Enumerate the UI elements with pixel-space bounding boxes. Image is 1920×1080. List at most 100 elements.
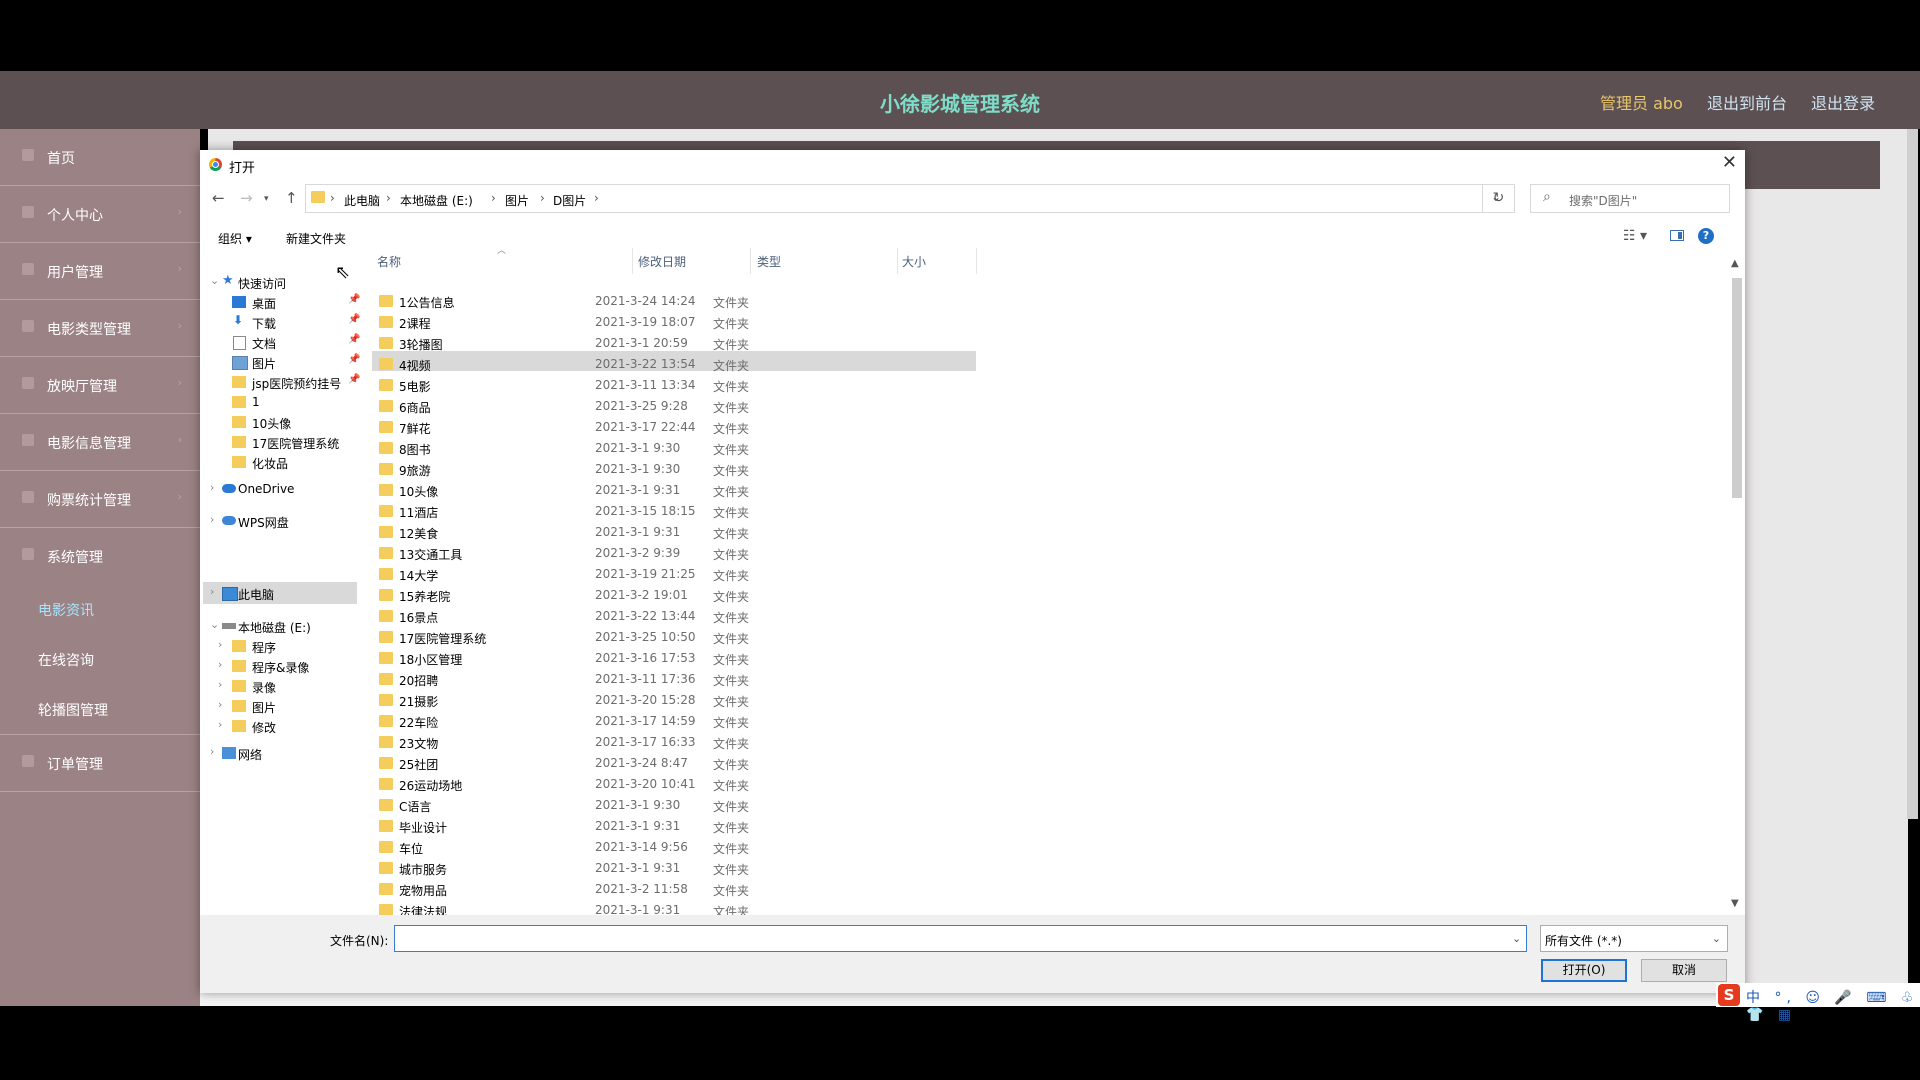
file-row[interactable]: 8图书 2021-3-1 9:30 文件夹 bbox=[375, 438, 975, 459]
preview-pane-icon[interactable] bbox=[1670, 230, 1684, 241]
file-row[interactable]: 4视频 2021-3-22 13:54 文件夹 bbox=[375, 354, 975, 375]
help-icon[interactable]: ? bbox=[1698, 228, 1714, 244]
filename-input[interactable] bbox=[394, 925, 1527, 952]
sidebar-item-profile[interactable]: 个人中心 › bbox=[0, 186, 200, 243]
tree-disk-e[interactable]: ⌄ 本地磁盘 (E:) bbox=[200, 616, 360, 636]
sidebar-sub-consult[interactable]: 在线咨询 bbox=[38, 650, 94, 670]
scroll-thumb[interactable] bbox=[1732, 278, 1742, 498]
tree-folder-avatar[interactable]: 10头像 bbox=[200, 412, 360, 432]
file-row[interactable]: 25社团 2021-3-24 8:47 文件夹 bbox=[375, 753, 975, 774]
sidebar-item-halls[interactable]: 放映厅管理 › bbox=[0, 357, 200, 414]
exit-to-front-link[interactable]: 退出到前台 bbox=[1707, 90, 1787, 114]
tree-downloads[interactable]: ⬇ 下载 📌 bbox=[200, 312, 360, 332]
file-row[interactable]: 9旅游 2021-3-1 9:30 文件夹 bbox=[375, 459, 975, 480]
organize-menu[interactable]: 组织 ▾ bbox=[218, 230, 252, 247]
breadcrumb-disk-e[interactable]: 本地磁盘 (E:) bbox=[400, 192, 473, 209]
back-icon[interactable]: ← bbox=[212, 189, 225, 207]
scroll-up-icon[interactable]: ▲ bbox=[1731, 258, 1739, 269]
expand-icon[interactable]: › bbox=[210, 513, 214, 526]
chevron-right-icon[interactable]: › bbox=[386, 191, 391, 205]
chevron-right-icon[interactable]: › bbox=[594, 191, 599, 205]
expand-icon[interactable]: › bbox=[218, 658, 222, 671]
file-row[interactable]: 22车险 2021-3-17 14:59 文件夹 bbox=[375, 711, 975, 732]
filetype-select[interactable]: 所有文件 (*.*) ⌄ bbox=[1540, 925, 1728, 952]
column-name[interactable]: 名称 bbox=[377, 253, 401, 270]
tree-wps[interactable]: › WPS网盘 bbox=[200, 511, 360, 531]
file-row[interactable]: 26运动场地 2021-3-20 10:41 文件夹 bbox=[375, 774, 975, 795]
chevron-right-icon[interactable]: › bbox=[330, 191, 335, 205]
scroll-down-icon[interactable]: ▼ bbox=[1731, 898, 1739, 909]
expand-icon[interactable]: › bbox=[218, 638, 222, 651]
file-row[interactable]: 城市服务 2021-3-1 9:31 文件夹 bbox=[375, 858, 975, 879]
collapse-icon[interactable]: ⌄ bbox=[210, 618, 219, 631]
file-row[interactable]: C语言 2021-3-1 9:30 文件夹 bbox=[375, 795, 975, 816]
close-icon[interactable]: ✕ bbox=[1722, 152, 1737, 173]
file-row[interactable]: 宠物用品 2021-3-2 11:58 文件夹 bbox=[375, 879, 975, 900]
up-icon[interactable]: ↑ bbox=[285, 189, 298, 207]
column-date[interactable]: 修改日期 bbox=[638, 253, 686, 270]
tree-folder-jsp[interactable]: jsp医院预约挂号 📌 bbox=[200, 372, 360, 392]
logout-link[interactable]: 退出登录 bbox=[1811, 90, 1875, 114]
search-input[interactable]: ⌕ 搜索"D图片" bbox=[1530, 184, 1730, 213]
file-list-scrollbar[interactable]: ▲ ▼ bbox=[1728, 258, 1745, 912]
cancel-button[interactable]: 取消 bbox=[1641, 959, 1727, 982]
file-row[interactable]: 车位 2021-3-14 9:56 文件夹 bbox=[375, 837, 975, 858]
expand-icon[interactable]: › bbox=[210, 585, 214, 598]
column-divider[interactable] bbox=[976, 248, 977, 274]
expand-icon[interactable]: › bbox=[218, 678, 222, 691]
sidebar-item-movies[interactable]: 电影信息管理 › bbox=[0, 414, 200, 471]
sidebar-item-orders[interactable]: 订单管理 bbox=[0, 734, 200, 792]
file-row[interactable]: 毕业设计 2021-3-1 9:31 文件夹 bbox=[375, 816, 975, 837]
open-button[interactable]: 打开(O) bbox=[1541, 959, 1627, 982]
file-row[interactable]: 3轮播图 2021-3-1 20:59 文件夹 bbox=[375, 333, 975, 354]
breadcrumb-this-pc[interactable]: 此电脑 bbox=[344, 192, 380, 209]
tree-folder-cosmetics[interactable]: 化妆品 bbox=[200, 452, 360, 472]
column-divider[interactable] bbox=[632, 248, 633, 274]
chevron-right-icon[interactable]: › bbox=[491, 191, 496, 205]
address-bar[interactable]: › 此电脑 › 本地磁盘 (E:) › 图片 › D图片 › ⌄ bbox=[305, 184, 1515, 213]
file-row[interactable]: 16景点 2021-3-22 13:44 文件夹 bbox=[375, 606, 975, 627]
tree-folder-hospital[interactable]: 17医院管理系统 bbox=[200, 432, 360, 452]
tree-documents[interactable]: 文档 📌 bbox=[200, 332, 360, 352]
tree-folder-programs[interactable]: › 程序 bbox=[200, 636, 360, 656]
sidebar-item-home[interactable]: 首页 bbox=[0, 129, 200, 186]
file-row[interactable]: 10头像 2021-3-1 9:31 文件夹 bbox=[375, 480, 975, 501]
tree-pictures[interactable]: 图片 📌 bbox=[200, 352, 360, 372]
sidebar-sub-carousel[interactable]: 轮播图管理 bbox=[38, 700, 108, 720]
ime-toolbar[interactable]: S 中 °, ☺ 🎤 ⌨ ♧ 👕 ▦ bbox=[1716, 983, 1920, 1023]
file-row[interactable]: 17医院管理系统 2021-3-25 10:50 文件夹 bbox=[375, 627, 975, 648]
column-type[interactable]: 类型 bbox=[757, 253, 781, 270]
refresh-icon[interactable]: ↻ bbox=[1482, 184, 1515, 213]
sidebar-item-movie-types[interactable]: 电影类型管理 › bbox=[0, 300, 200, 357]
chevron-right-icon[interactable]: › bbox=[540, 191, 545, 205]
file-row[interactable]: 13交通工具 2021-3-2 9:39 文件夹 bbox=[375, 543, 975, 564]
tree-this-pc[interactable]: › 此电脑 bbox=[200, 583, 360, 603]
file-row[interactable]: 5电影 2021-3-11 13:34 文件夹 bbox=[375, 375, 975, 396]
tree-onedrive[interactable]: › OneDrive bbox=[200, 479, 360, 499]
file-row[interactable]: 11酒店 2021-3-15 18:15 文件夹 bbox=[375, 501, 975, 522]
view-options-icon[interactable]: ☷ ▾ bbox=[1623, 228, 1647, 244]
tree-folder-programs-recording[interactable]: › 程序&录像 bbox=[200, 656, 360, 676]
breadcrumb-d-pictures[interactable]: D图片 bbox=[553, 192, 586, 209]
recent-dropdown-icon[interactable]: ▾ bbox=[264, 194, 269, 204]
page-scrollbar[interactable] bbox=[1907, 129, 1918, 819]
column-divider[interactable] bbox=[750, 248, 751, 274]
new-folder-button[interactable]: 新建文件夹 bbox=[286, 230, 346, 247]
expand-icon[interactable]: › bbox=[210, 745, 214, 758]
file-row[interactable]: 2课程 2021-3-19 18:07 文件夹 bbox=[375, 312, 975, 333]
tree-network[interactable]: › 网络 bbox=[200, 743, 360, 763]
expand-icon[interactable]: › bbox=[218, 698, 222, 711]
forward-icon[interactable]: → bbox=[240, 189, 253, 207]
file-row[interactable]: 14大学 2021-3-19 21:25 文件夹 bbox=[375, 564, 975, 585]
file-row[interactable]: 6商品 2021-3-25 9:28 文件夹 bbox=[375, 396, 975, 417]
column-divider[interactable] bbox=[897, 248, 898, 274]
expand-icon[interactable]: › bbox=[218, 718, 222, 731]
tree-folder-modify[interactable]: › 修改 bbox=[200, 716, 360, 736]
expand-icon[interactable]: › bbox=[210, 481, 214, 494]
file-row[interactable]: 20招聘 2021-3-11 17:36 文件夹 bbox=[375, 669, 975, 690]
column-size[interactable]: 大小 bbox=[902, 253, 926, 270]
sidebar-item-system[interactable]: 系统管理 bbox=[0, 528, 200, 584]
tree-folder-recording[interactable]: › 录像 bbox=[200, 676, 360, 696]
collapse-icon[interactable]: ⌄ bbox=[210, 274, 219, 287]
file-row[interactable]: 15养老院 2021-3-2 19:01 文件夹 bbox=[375, 585, 975, 606]
